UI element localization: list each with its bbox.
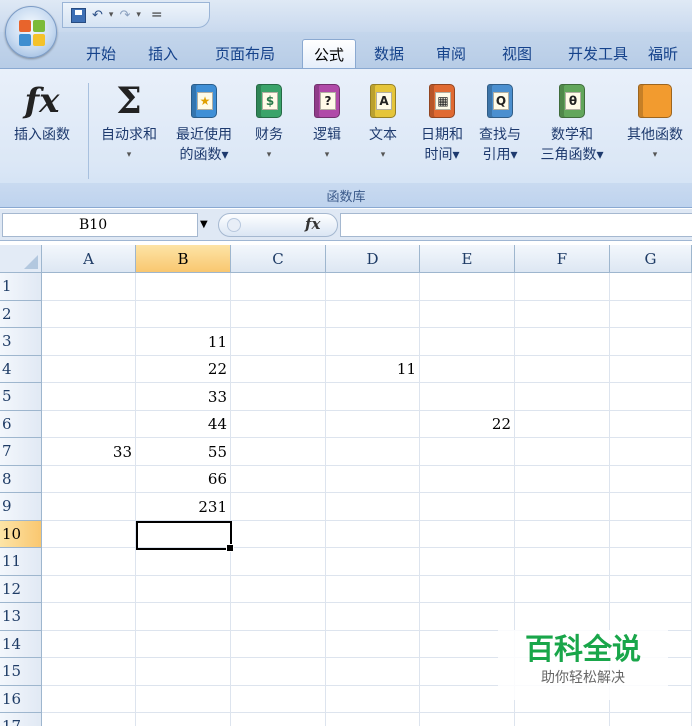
text-functions-button[interactable]: A 文本 ▾ [360,77,406,165]
row-header-15[interactable]: 15 [0,658,42,686]
more-functions-button[interactable]: 其他函数 ▾ [618,77,692,165]
tab-page-layout[interactable]: 页面布局 [200,39,290,68]
insert-function-button[interactable]: fx 插入函数 [4,77,80,145]
select-all-button[interactable] [0,245,42,273]
row-header-16[interactable]: 16 [0,685,42,713]
cell-b5[interactable]: 33 [136,383,231,411]
column-header-a[interactable]: A [42,245,136,273]
logical-book-icon: ? [314,84,340,118]
logical-button[interactable]: ? 逻辑 ▾ [304,77,350,165]
gridline [419,273,420,726]
cell-a7[interactable]: 33 [42,438,136,466]
financial-button[interactable]: $ 财务 ▾ [246,77,292,165]
cell-d4[interactable]: 11 [326,356,420,384]
column-header-d[interactable]: D [326,245,420,273]
watermark-title: 百科全说 [524,632,641,666]
lookup-reference-button[interactable]: Q 查找与 引用▾ [472,77,528,165]
cell-b9[interactable]: 231 [136,493,231,521]
function-library-group-label: 函数库 [0,183,692,207]
gridline [42,712,692,713]
office-logo-icon [19,20,45,46]
row-header-4[interactable]: 4 [0,355,42,383]
financial-book-icon: $ [256,84,282,118]
column-header-b[interactable]: B [136,245,231,273]
sigma-icon: Σ [116,80,142,122]
formula-bar: B10 ▼ fx [0,209,692,241]
tab-insert[interactable]: 插入 [138,39,188,68]
tab-home[interactable]: 开始 [76,39,126,68]
row-header-5[interactable]: 5 [0,383,42,411]
fx-icon: fx [24,81,60,121]
column-header-f[interactable]: F [515,245,610,273]
cell-b8[interactable]: 66 [136,466,231,494]
tab-view[interactable]: 视图 [492,39,542,68]
cancel-icon[interactable] [227,218,241,232]
tab-foxit[interactable]: 福昕 [648,39,692,68]
tab-review[interactable]: 审阅 [426,39,476,68]
row-header-3[interactable]: 3 [0,328,42,356]
row-header-11[interactable]: 11 [0,548,42,576]
row-header-10[interactable]: 10 [0,520,42,548]
watermark-subtitle: 助你轻松解决 [541,670,625,686]
date-time-book-icon: ▦ [429,84,455,118]
autosum-button[interactable]: Σ 自动求和 ▾ [92,77,166,165]
ribbon-separator [88,83,89,179]
redo-dropdown-icon[interactable]: ▾ [136,10,141,20]
title-bar: ↶ ▾ ↷ ▾ = [0,0,692,32]
row-header-9[interactable]: 9 [0,493,42,521]
gridline [325,273,326,726]
math-trig-book-icon: θ [559,84,585,118]
row-header-6[interactable]: 6 [0,410,42,438]
row-header-2[interactable]: 2 [0,300,42,328]
gridline [42,299,692,301]
ribbon-formulas: fx 插入函数 Σ 自动求和 ▾ ★ 最近使用 的函数▾ $ 财务 ▾ ? 逻辑… [0,68,692,208]
name-box[interactable]: B10 [2,213,198,237]
active-cell-b10[interactable] [136,521,234,552]
row-header-8[interactable]: 8 [0,465,42,493]
tab-formulas[interactable]: 公式 [302,39,356,68]
quick-access-toolbar: ↶ ▾ ↷ ▾ = [62,2,210,28]
more-functions-book-icon [638,84,672,118]
formula-input[interactable] [340,213,692,237]
cell-e6[interactable]: 22 [420,411,515,439]
undo-dropdown-icon[interactable]: ▾ [109,10,114,20]
gridline [42,602,692,603]
save-icon[interactable] [71,7,86,23]
cell-b6[interactable]: 44 [136,411,231,439]
gridline [42,574,692,576]
ribbon-tabs: 开始 插入 页面布局 公式 数据 审阅 视图 开发工具 福昕 [0,32,692,68]
row-header-12[interactable]: 12 [0,575,42,603]
row-header-14[interactable]: 14 [0,630,42,658]
column-header-g[interactable]: G [610,245,692,273]
column-header-c[interactable]: C [231,245,326,273]
name-box-dropdown-icon[interactable]: ▼ [200,219,208,230]
row-header-7[interactable]: 7 [0,438,42,466]
watermark: 百科全说 助你轻松解决 [498,630,668,700]
undo-icon[interactable]: ↶ [92,8,103,23]
row-header-1[interactable]: 1 [0,273,42,301]
cell-b3[interactable]: 11 [136,328,231,356]
text-book-icon: A [370,84,396,118]
office-button[interactable] [5,6,57,58]
date-time-button[interactable]: ▦ 日期和 时间▾ [414,77,470,165]
column-header-e[interactable]: E [420,245,515,273]
tab-developer[interactable]: 开发工具 [556,39,640,68]
math-trig-button[interactable]: θ 数学和 三角函数▾ [530,77,614,165]
row-header-17[interactable]: 17 [0,713,42,726]
insert-function-fx-icon[interactable]: fx [305,215,320,233]
redo-icon[interactable]: ↷ [119,8,130,23]
lookup-reference-book-icon: Q [487,84,513,118]
tab-data[interactable]: 数据 [364,39,414,68]
row-header-13[interactable]: 13 [0,603,42,631]
recent-functions-book-icon: ★ [191,84,217,118]
recent-functions-button[interactable]: ★ 最近使用 的函数▾ [166,77,242,165]
customize-qat-icon[interactable]: = [151,7,163,23]
formula-buttons: fx [218,213,338,237]
cell-b7[interactable]: 55 [136,438,231,466]
cell-b4[interactable]: 22 [136,356,231,384]
